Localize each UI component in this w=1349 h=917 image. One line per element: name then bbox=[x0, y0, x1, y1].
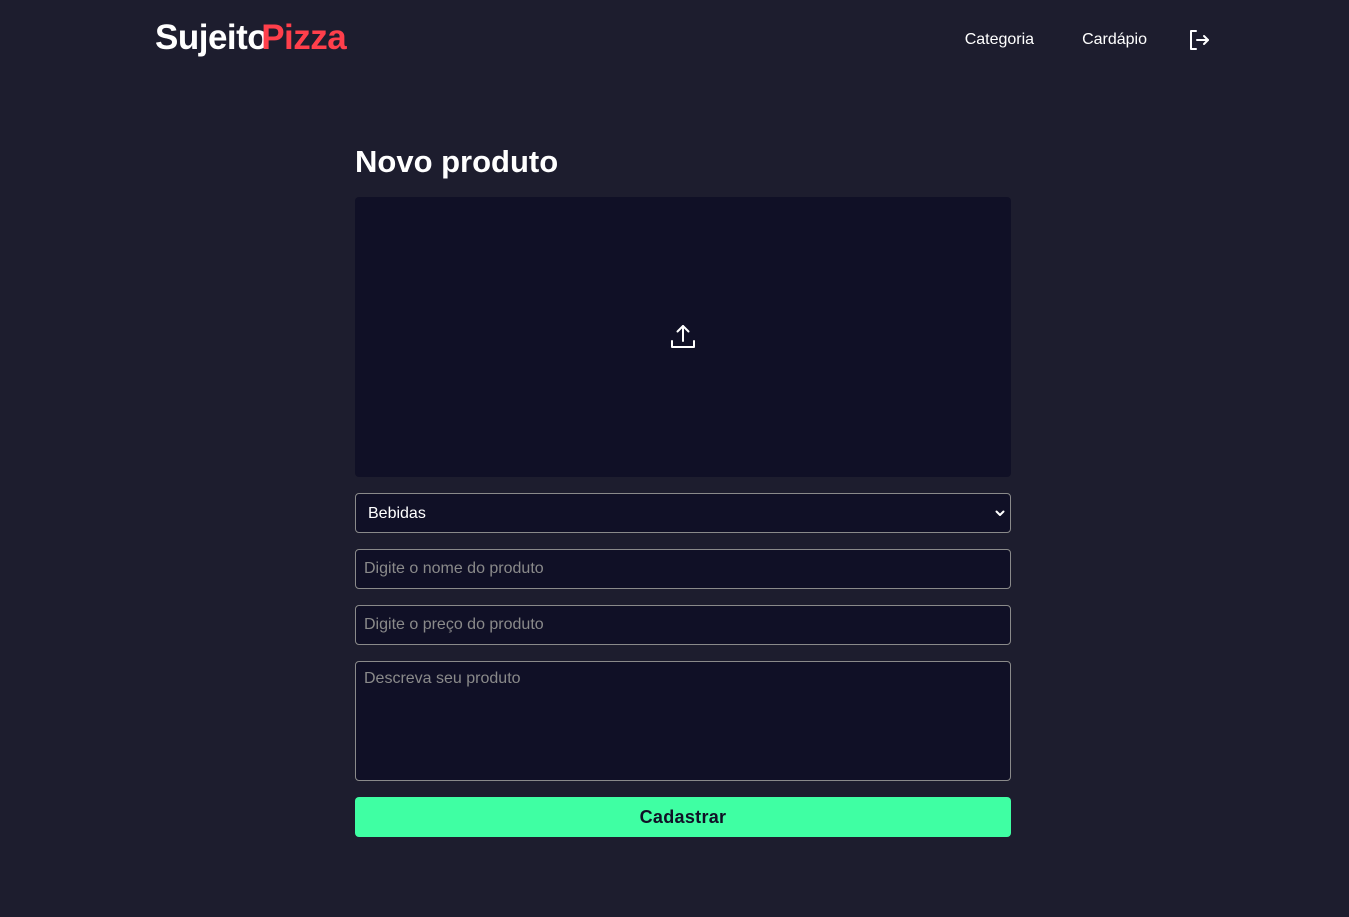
nav-link-cardapio[interactable]: Cardápio bbox=[1082, 29, 1147, 51]
chevron-down-icon bbox=[995, 510, 1005, 516]
logo-text-accent: Pizza bbox=[261, 18, 347, 57]
product-name-input[interactable] bbox=[355, 549, 1011, 589]
upload-icon bbox=[671, 325, 695, 348]
page-title: Novo produto bbox=[355, 144, 559, 179]
logout-button[interactable] bbox=[1187, 28, 1211, 52]
product-price-input[interactable] bbox=[355, 605, 1011, 645]
logout-icon bbox=[1190, 30, 1209, 50]
top-nav: Categoria Cardápio bbox=[965, 28, 1211, 52]
image-upload-area[interactable] bbox=[355, 197, 1011, 477]
header: SujeitoPizza Categoria Cardápio bbox=[0, 0, 1349, 80]
logo[interactable]: SujeitoPizza bbox=[155, 17, 347, 59]
category-select[interactable]: Bebidas bbox=[355, 493, 1011, 533]
category-select-value: Bebidas bbox=[368, 505, 426, 522]
submit-button[interactable]: Cadastrar bbox=[355, 797, 1011, 837]
product-description-textarea[interactable] bbox=[355, 661, 1011, 781]
logo-text-primary: Sujeito bbox=[155, 18, 269, 57]
nav-link-categoria[interactable]: Categoria bbox=[965, 29, 1034, 51]
new-product-form: Novo produto Bebidas Cadastrar bbox=[355, 140, 1011, 837]
